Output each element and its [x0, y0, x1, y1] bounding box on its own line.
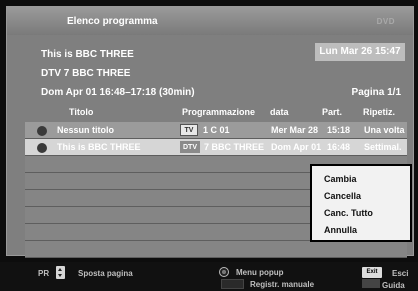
row-date: Dom Apr 01 — [271, 142, 322, 152]
table-header: Titolo Programmazione data Part. Ripetiz… — [23, 105, 407, 119]
up-down-arrows-icon — [56, 266, 65, 279]
page-indicator: Pagina 1/1 — [351, 87, 401, 98]
page-nav-hint: Sposta pagina — [78, 269, 133, 278]
brand-logo: DVD — [376, 17, 395, 26]
source-dtv-badge: DTV — [180, 141, 200, 153]
col-repeat: Ripetiz. — [363, 107, 396, 117]
row-title: Nessun titolo — [57, 125, 115, 135]
row-start: 16:48 — [327, 142, 351, 152]
page-title: Elenco programma — [67, 16, 158, 27]
guide-key-icon — [362, 279, 380, 288]
col-start: Part. — [322, 107, 343, 117]
title-bar: Elenco programma DVD — [7, 7, 413, 35]
context-popup-menu: Cambia Cancella Canc. Tutto Annulla — [310, 164, 412, 242]
row-repeat: Una volta — [364, 125, 405, 135]
guide-hint: Guida — [382, 281, 405, 290]
source-tv-badge: TV — [180, 124, 198, 136]
status-dot-icon — [37, 126, 47, 136]
selected-channel: DTV 7 BBC THREE — [41, 68, 131, 79]
menu-item-cancel[interactable]: Annulla — [324, 225, 357, 235]
manual-record-hint: Registr. manuale — [250, 280, 315, 289]
empty-row[interactable] — [25, 241, 407, 258]
status-dot-icon — [37, 143, 47, 153]
pr-key-label: PR — [38, 269, 50, 278]
row-channel: 7 BBC THREE — [204, 142, 265, 152]
row-start: 15:18 — [327, 125, 351, 135]
menu-item-edit[interactable]: Cambia — [324, 174, 357, 184]
row-channel: 1 C 01 — [203, 125, 230, 135]
menu-item-delete-all[interactable]: Canc. Tutto — [324, 208, 373, 218]
selected-timeslot: Dom Apr 01 16:48–17:18 (30min) — [41, 87, 195, 98]
row-title: This is BBC THREE — [57, 142, 141, 152]
current-datetime: Lun Mar 26 15:47 — [315, 43, 405, 61]
menu-popup-hint: Menu popup — [236, 268, 284, 277]
menu-item-delete[interactable]: Cancella — [324, 191, 361, 201]
record-key-icon — [221, 279, 244, 289]
exit-hint: Esci — [392, 269, 409, 278]
col-date: data — [270, 107, 289, 117]
row-date: Mer Mar 28 — [271, 125, 319, 135]
key-hint-bar: PR Sposta pagina Menu popup Registr. man… — [0, 262, 418, 291]
col-schedule: Programmazione — [182, 107, 256, 117]
exit-key-icon: Exit — [362, 267, 382, 278]
table-row[interactable]: Nessun titolo TV 1 C 01 Mer Mar 28 15:18… — [25, 122, 407, 139]
col-title: Titolo — [69, 107, 94, 117]
selected-programme-title: This is BBC THREE — [41, 49, 134, 60]
ok-button-icon — [219, 267, 229, 277]
table-row[interactable]: This is BBC THREE DTV 7 BBC THREE Dom Ap… — [25, 139, 407, 156]
row-repeat: Settimal. — [364, 142, 402, 152]
